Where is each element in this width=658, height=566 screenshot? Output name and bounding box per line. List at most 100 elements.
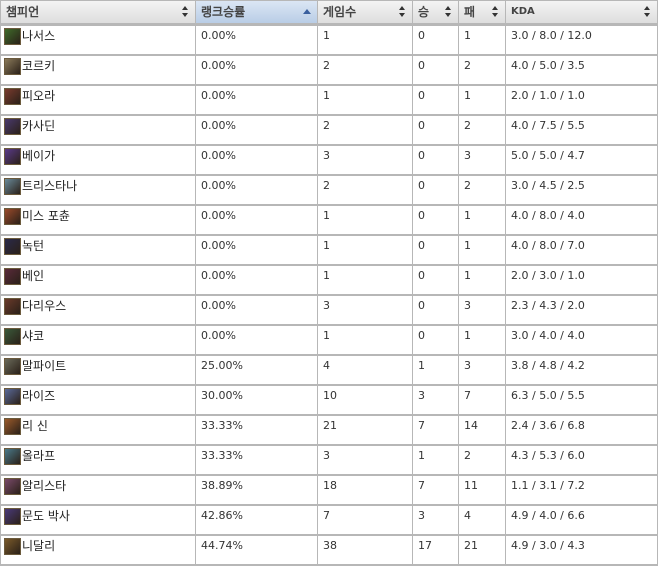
champion-portrait-icon[interactable]	[4, 387, 21, 405]
cell-wins: 0	[413, 86, 458, 114]
champion-portrait-icon[interactable]	[4, 27, 21, 45]
champion-portrait-icon[interactable]	[4, 267, 21, 285]
cell-rank-winrate: 33.33%	[196, 446, 317, 474]
column-header-rank-winrate[interactable]: 랭크승률	[196, 1, 317, 23]
table-row: 베인 0.00% 1 0 1 2.0 / 3.0 / 1.0	[0, 265, 658, 295]
cell-rank-winrate-value: 0.00%	[201, 299, 236, 312]
champion-portrait-icon[interactable]	[4, 207, 21, 225]
cell-champion: 말파이트	[1, 356, 195, 384]
champion-name[interactable]: 라이즈	[22, 389, 55, 403]
table-header-row: 챔피언 랭크승률 게임수 승 패 KDA	[0, 0, 658, 25]
champion-name[interactable]: 미스 포츈	[22, 209, 70, 223]
table-row: 샤코 0.00% 1 0 1 3.0 / 4.0 / 4.0	[0, 325, 658, 355]
cell-kda-value: 3.0 / 4.5 / 2.5	[511, 179, 585, 192]
column-header-kda-label: KDA	[511, 6, 535, 17]
cell-losses-value: 1	[464, 329, 471, 342]
cell-champion: 피오라	[1, 86, 195, 114]
cell-games-value: 21	[323, 419, 337, 432]
cell-losses-value: 2	[464, 449, 471, 462]
cell-rank-winrate-value: 0.00%	[201, 29, 236, 42]
champion-portrait-icon[interactable]	[4, 57, 21, 75]
champion-portrait-icon[interactable]	[4, 177, 21, 195]
champion-portrait-icon[interactable]	[4, 537, 21, 555]
champion-name[interactable]: 리 신	[22, 419, 48, 433]
champion-name[interactable]: 올라프	[22, 449, 55, 463]
champion-portrait-icon[interactable]	[4, 507, 21, 525]
champion-portrait-icon[interactable]	[4, 477, 21, 495]
cell-losses: 11	[459, 476, 505, 504]
champion-portrait-icon[interactable]	[4, 447, 21, 465]
champion-portrait-icon[interactable]	[4, 87, 21, 105]
champion-name[interactable]: 트리스타나	[22, 179, 77, 193]
champion-name[interactable]: 피오라	[22, 89, 55, 103]
cell-losses-value: 2	[464, 119, 471, 132]
cell-games: 1	[318, 266, 412, 294]
champion-name[interactable]: 베인	[22, 269, 44, 283]
cell-games: 1	[318, 206, 412, 234]
cell-games: 1	[318, 26, 412, 54]
column-header-champion[interactable]: 챔피언	[1, 1, 195, 23]
cell-wins-value: 3	[418, 509, 425, 522]
cell-wins-value: 0	[418, 269, 425, 282]
champion-portrait-icon[interactable]	[4, 117, 21, 135]
sort-ascending-icon	[303, 9, 311, 14]
champion-name[interactable]: 코르키	[22, 59, 55, 73]
champion-portrait-icon[interactable]	[4, 357, 21, 375]
champion-portrait-icon[interactable]	[4, 417, 21, 435]
champion-name[interactable]: 녹턴	[22, 239, 44, 253]
champion-name[interactable]: 말파이트	[22, 359, 66, 373]
champion-portrait-icon[interactable]	[4, 327, 21, 345]
cell-losses-value: 4	[464, 509, 471, 522]
cell-rank-winrate: 42.86%	[196, 506, 317, 534]
column-header-wins[interactable]: 승	[413, 1, 458, 23]
cell-kda-value: 4.0 / 8.0 / 4.0	[511, 209, 585, 222]
champion-portrait-icon[interactable]	[4, 147, 21, 165]
cell-wins: 0	[413, 296, 458, 324]
cell-kda-value: 4.0 / 5.0 / 3.5	[511, 59, 585, 72]
cell-losses: 3	[459, 296, 505, 324]
champion-portrait-icon[interactable]	[4, 237, 21, 255]
champion-name[interactable]: 니달리	[22, 539, 55, 553]
champion-portrait-icon[interactable]	[4, 297, 21, 315]
cell-losses: 1	[459, 206, 505, 234]
column-header-games[interactable]: 게임수	[318, 1, 412, 23]
cell-losses-value: 21	[464, 539, 478, 552]
champion-name[interactable]: 알리스타	[22, 479, 66, 493]
cell-losses: 2	[459, 176, 505, 204]
cell-kda-value: 2.3 / 4.3 / 2.0	[511, 299, 585, 312]
cell-wins-value: 0	[418, 149, 425, 162]
cell-wins-value: 0	[418, 59, 425, 72]
cell-rank-winrate: 0.00%	[196, 26, 317, 54]
cell-kda-value: 5.0 / 5.0 / 4.7	[511, 149, 585, 162]
cell-kda-value: 3.8 / 4.8 / 4.2	[511, 359, 585, 372]
champion-name[interactable]: 베이가	[22, 149, 55, 163]
cell-losses: 1	[459, 266, 505, 294]
column-header-losses[interactable]: 패	[459, 1, 505, 23]
champion-name[interactable]: 다리우스	[22, 299, 66, 313]
cell-champion: 라이즈	[1, 386, 195, 414]
sort-both-icon	[644, 6, 651, 18]
cell-rank-winrate: 0.00%	[196, 146, 317, 174]
cell-rank-winrate-value: 44.74%	[201, 539, 243, 552]
column-header-kda[interactable]: KDA	[506, 1, 657, 23]
table-row: 문도 박사 42.86% 7 3 4 4.9 / 4.0 / 6.6	[0, 505, 658, 535]
cell-games: 3	[318, 296, 412, 324]
sort-both-icon	[445, 6, 452, 18]
cell-wins: 1	[413, 446, 458, 474]
champion-name[interactable]: 샤코	[22, 329, 44, 343]
cell-kda: 4.9 / 3.0 / 4.3	[506, 536, 657, 564]
cell-kda: 4.0 / 5.0 / 3.5	[506, 56, 657, 84]
champion-name[interactable]: 문도 박사	[22, 509, 70, 523]
cell-wins-value: 0	[418, 299, 425, 312]
table-row: 라이즈 30.00% 10 3 7 6.3 / 5.0 / 5.5	[0, 385, 658, 415]
cell-wins-value: 1	[418, 449, 425, 462]
cell-kda: 3.0 / 4.0 / 4.0	[506, 326, 657, 354]
cell-games-value: 7	[323, 509, 330, 522]
champion-name[interactable]: 나서스	[22, 29, 55, 43]
column-header-rank-winrate-label: 랭크승률	[201, 5, 246, 19]
cell-games-value: 2	[323, 179, 330, 192]
cell-losses: 1	[459, 326, 505, 354]
champion-name[interactable]: 카사딘	[22, 119, 55, 133]
cell-kda: 2.0 / 1.0 / 1.0	[506, 86, 657, 114]
cell-games: 18	[318, 476, 412, 504]
